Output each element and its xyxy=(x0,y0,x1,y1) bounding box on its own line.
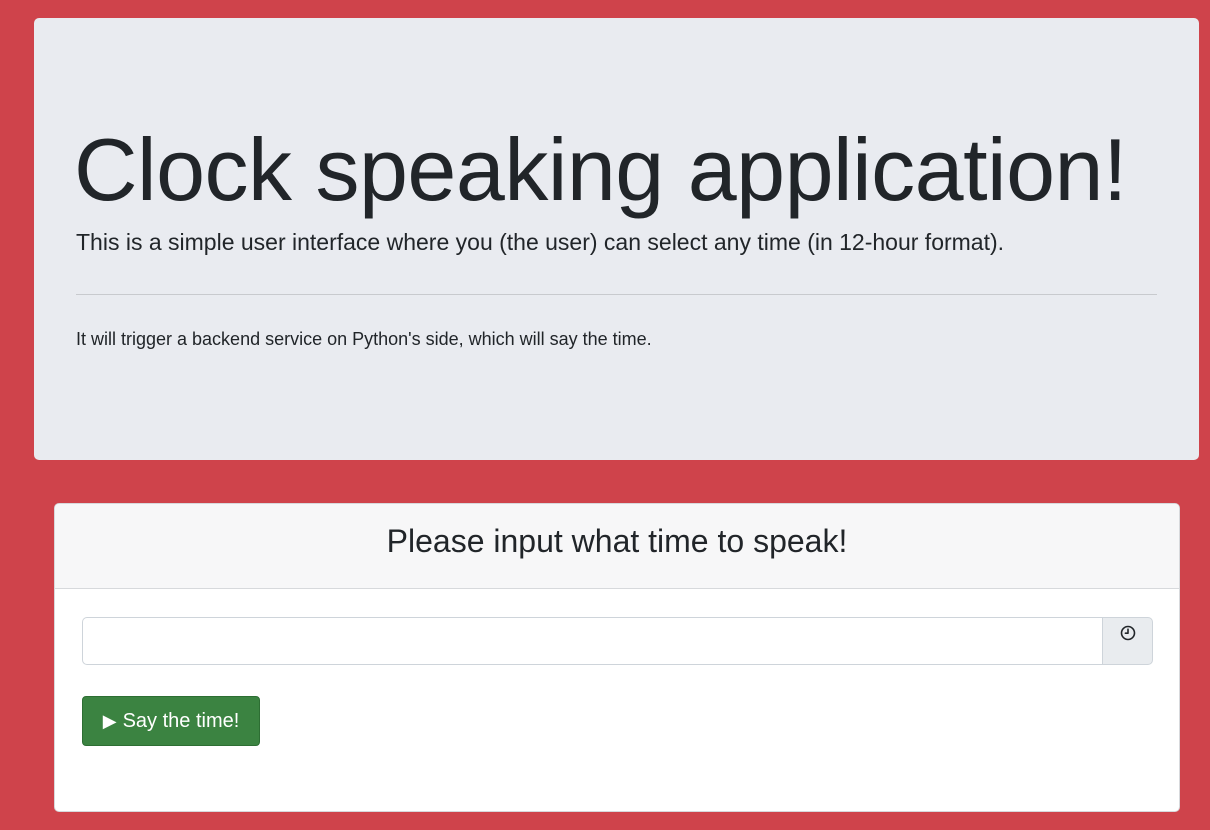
card-header: Please input what time to speak! xyxy=(55,504,1179,589)
divider xyxy=(76,294,1157,295)
card-title: Please input what time to speak! xyxy=(386,523,848,559)
time-input-group xyxy=(82,617,1153,665)
time-input[interactable] xyxy=(82,617,1102,665)
clock-icon xyxy=(1120,625,1135,641)
time-picker-toggle[interactable] xyxy=(1102,617,1153,665)
lead-text: This is a simple user interface where yo… xyxy=(76,229,1005,255)
say-time-button-label: Say the time! xyxy=(122,709,240,732)
description-text: It will trigger a backend service on Pyt… xyxy=(76,329,652,349)
time-card: Please input what time to speak! ▶ Say t… xyxy=(54,503,1180,812)
say-time-button[interactable]: ▶ Say the time! xyxy=(82,696,260,746)
page-title: Clock speaking application! xyxy=(74,120,1127,219)
play-icon: ▶ xyxy=(102,711,117,731)
jumbotron: Clock speaking application! This is a si… xyxy=(34,18,1199,460)
